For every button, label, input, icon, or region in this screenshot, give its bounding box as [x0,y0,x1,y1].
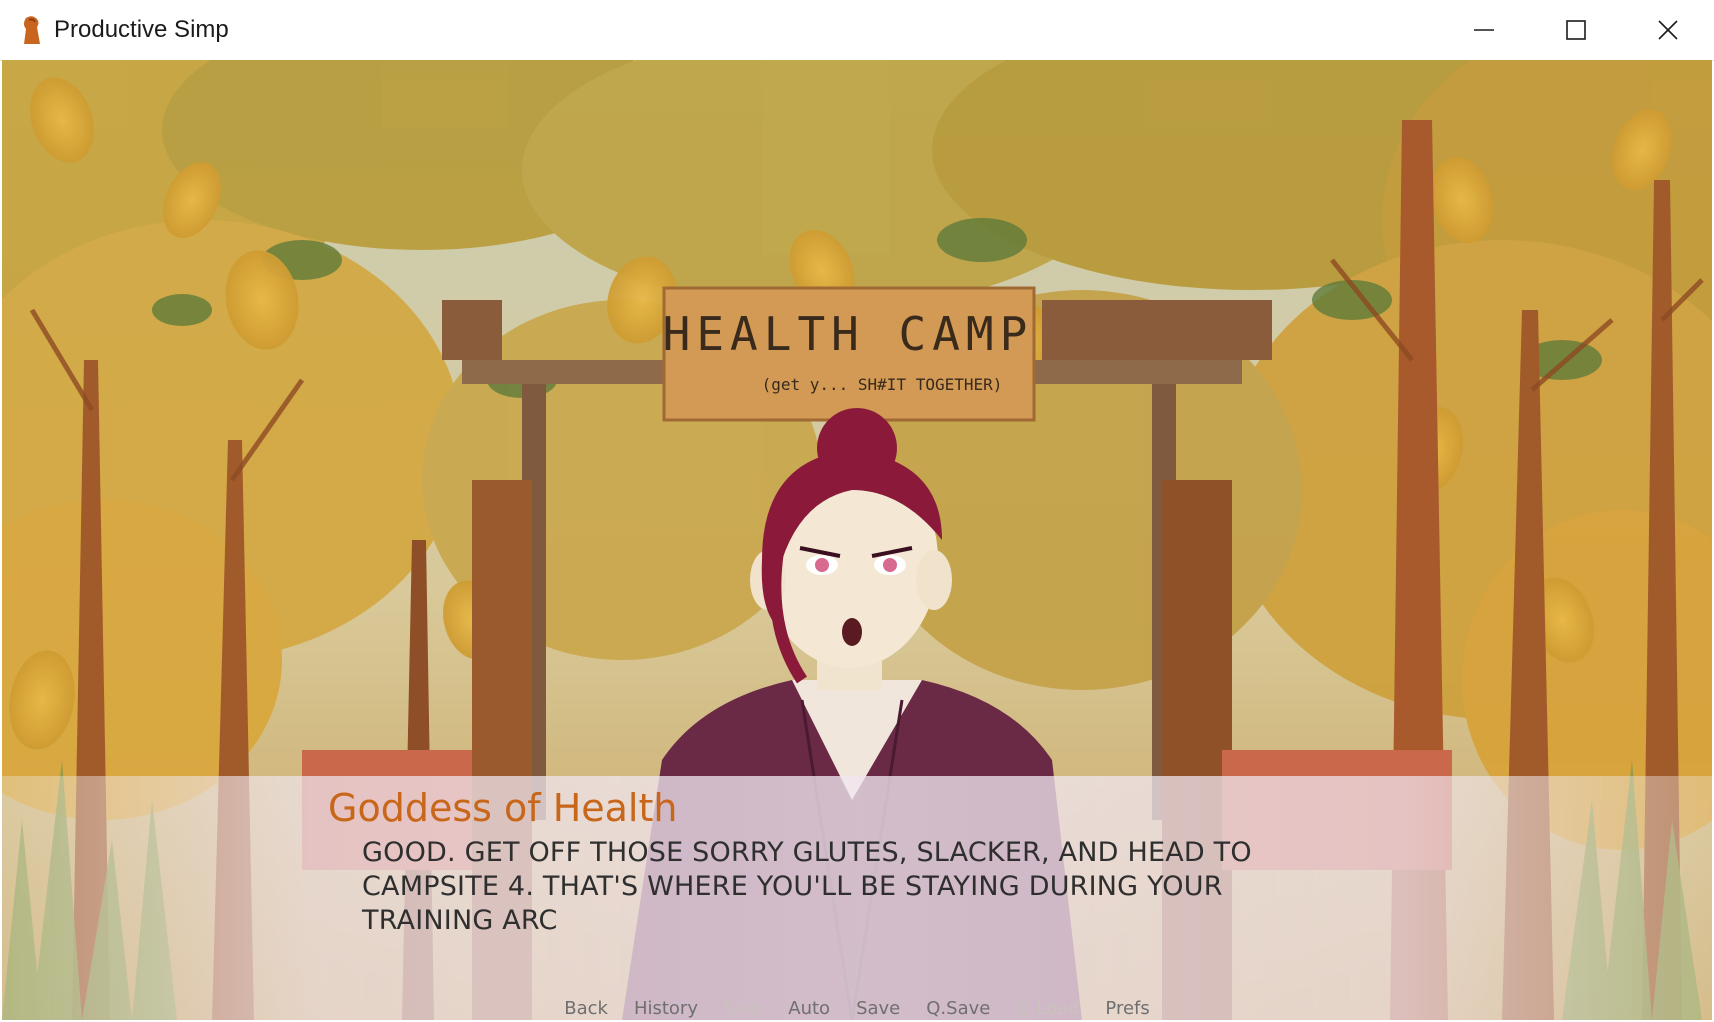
window-controls [1438,0,1714,60]
speaker-name: Goddess of Health [328,786,678,830]
close-icon [1658,20,1678,40]
game-window: Productive Simp HEALTH CAMP (get y... SH… [0,0,1714,1022]
back-button[interactable]: Back [551,998,621,1020]
quick-load-button[interactable]: Q.Load [1003,998,1092,1020]
app-icon [24,16,40,44]
maximize-icon [1566,20,1586,40]
minimize-icon [1474,29,1494,31]
maximize-button[interactable] [1530,0,1622,60]
save-button[interactable]: Save [843,998,913,1020]
auto-button[interactable]: Auto [775,998,843,1020]
history-button[interactable]: History [621,998,711,1020]
skip-button[interactable]: Skip [711,998,775,1020]
prefs-button[interactable]: Prefs [1092,998,1162,1020]
sign-title: HEALTH CAMP [663,307,1034,361]
window-title: Productive Simp [54,16,229,43]
minimize-button[interactable] [1438,0,1530,60]
sign-subtitle: (get y... SH#IT TOGETHER) [762,375,1003,394]
close-button[interactable] [1622,0,1714,60]
quick-save-button[interactable]: Q.Save [913,998,1003,1020]
dialogue-text: GOOD. GET OFF THOSE SORRY GLUTES, SLACKE… [362,837,1252,936]
quick-menu: Back History Skip Auto Save Q.Save Q.Loa… [2,998,1712,1020]
game-viewport[interactable]: HEALTH CAMP (get y... SH#IT TOGETHER) Go… [2,60,1712,1020]
title-bar: Productive Simp [0,0,1714,61]
